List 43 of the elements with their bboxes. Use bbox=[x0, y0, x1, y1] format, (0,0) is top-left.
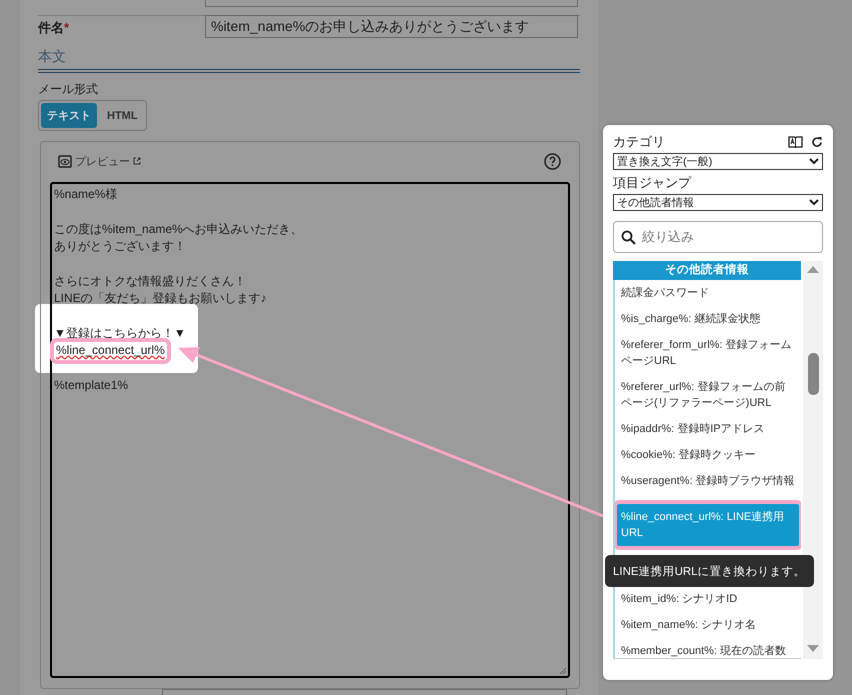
jump-label: 項目ジャンプ bbox=[613, 174, 691, 192]
variable-item[interactable]: %item_name%: シナリオ名 bbox=[617, 612, 799, 638]
resize-grip-icon[interactable] bbox=[559, 667, 567, 675]
variable-item[interactable]: %useragent%: 登録時ブラウザ情報 bbox=[617, 468, 799, 494]
variable-item[interactable]: %item_id%: シナリオID bbox=[617, 586, 799, 612]
jump-select[interactable]: その他読者情報 bbox=[613, 194, 823, 211]
format-tab[interactable]: HTML bbox=[101, 103, 144, 128]
book-icon[interactable] bbox=[788, 136, 803, 148]
variable-item[interactable]: %cookie%: 登録時クッキー bbox=[617, 442, 799, 468]
variable-item[interactable]: %ipaddr%: 登録時IPアドレス bbox=[617, 416, 799, 442]
list-heading: その他読者情報 bbox=[613, 261, 801, 280]
subject-field[interactable]: %item_name%のお申し込みありがとうございます bbox=[205, 15, 578, 38]
search-icon bbox=[621, 230, 636, 244]
subject-label: 件名* bbox=[38, 19, 70, 37]
category-select[interactable]: 置き換え文字(一般) bbox=[613, 153, 823, 170]
refresh-icon[interactable] bbox=[811, 136, 823, 148]
variable-item[interactable]: %member_count%: 現在の読者数 bbox=[617, 638, 799, 658]
preview-link[interactable]: プレビュー bbox=[75, 154, 130, 168]
format-tab[interactable]: テキスト bbox=[41, 103, 97, 128]
tooltip: LINE連携用URLに置き換わります。 bbox=[605, 555, 814, 587]
variable-item[interactable]: %referer_url%: 登録フォームの前ページ(リファラーページ)URL bbox=[617, 374, 799, 416]
body-text-line: LINEの「友だち」登録もお願いします♪ bbox=[54, 291, 267, 305]
eye-icon bbox=[58, 154, 72, 168]
variable-item[interactable]: 続課金パスワード bbox=[617, 280, 799, 306]
section-title: 本文 bbox=[38, 48, 67, 66]
format-label: メール形式 bbox=[38, 81, 99, 98]
required-mark: * bbox=[64, 20, 70, 35]
chevron-icon bbox=[809, 158, 819, 165]
scrollbar-thumb[interactable] bbox=[808, 353, 818, 395]
scroll-up-icon[interactable] bbox=[807, 265, 819, 273]
external-link-icon bbox=[133, 157, 141, 165]
category-label: カテゴリ bbox=[613, 133, 665, 151]
chevron-icon bbox=[809, 199, 819, 206]
help-icon[interactable] bbox=[544, 152, 561, 170]
variable-item[interactable]: %referer_form_url%: 登録フォームページURL bbox=[617, 332, 799, 374]
variable-item[interactable]: %is_charge%: 継続課金状態 bbox=[617, 306, 799, 332]
body-text-line: %name%様 bbox=[54, 187, 118, 201]
body-text-line: %template1% bbox=[54, 378, 128, 392]
body-text-line: ありがとうございます！ bbox=[54, 239, 186, 253]
scroll-down-icon[interactable] bbox=[807, 645, 819, 653]
search-field[interactable]: 絞り込み bbox=[613, 221, 823, 253]
body-text-line: さらにオトクな情報盛りだくさん！ bbox=[54, 274, 246, 288]
body-text-line: この度は%item_name%へお申込みいただき、 bbox=[54, 222, 303, 236]
